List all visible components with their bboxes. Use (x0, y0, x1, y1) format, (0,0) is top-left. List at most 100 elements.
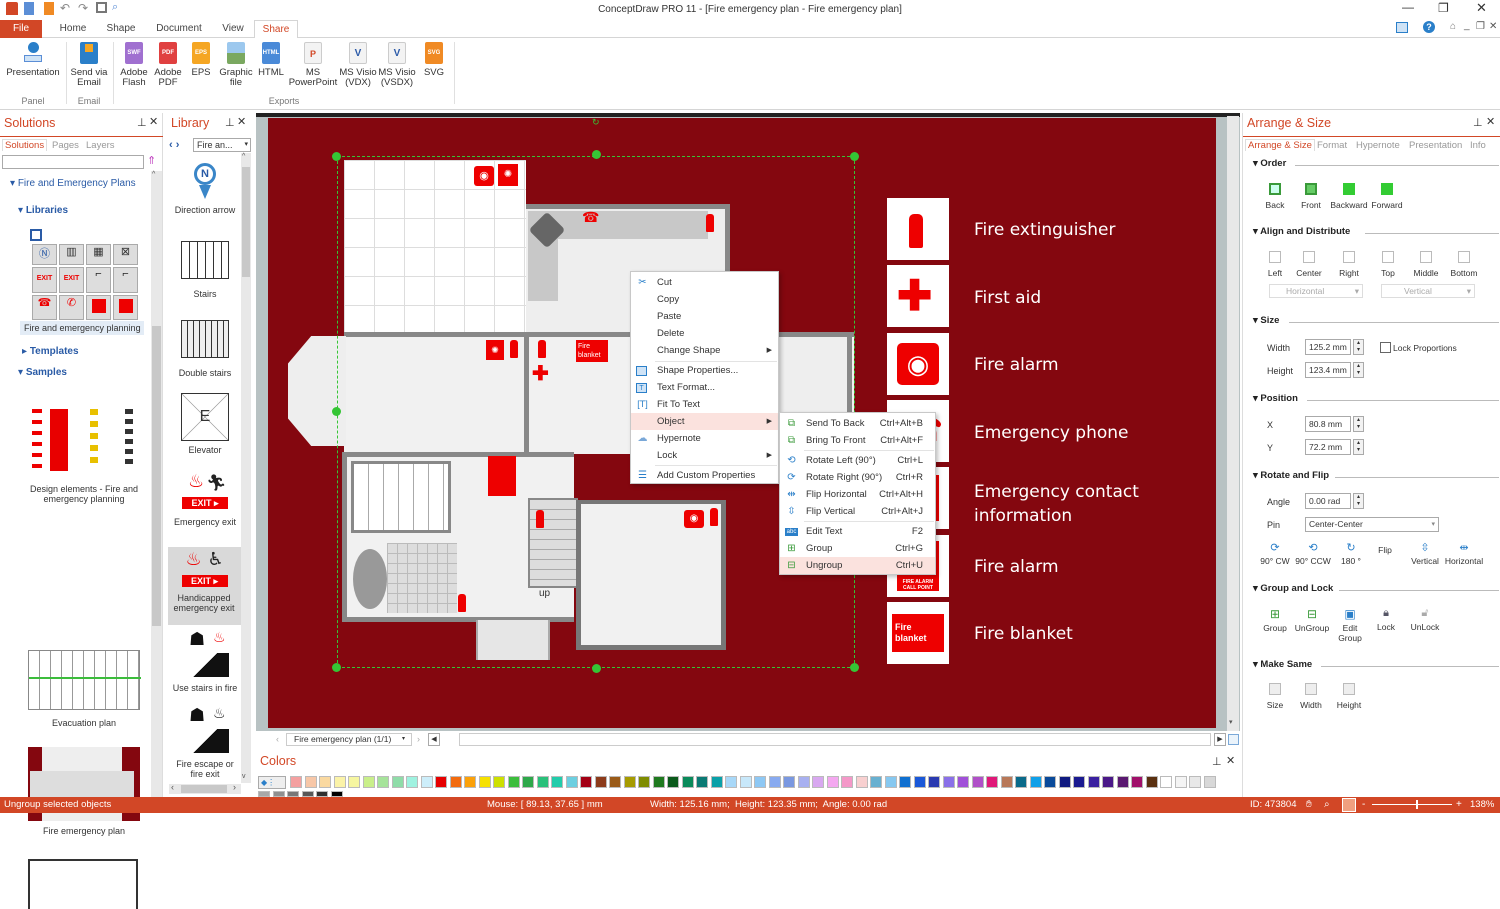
color-swatch[interactable] (754, 776, 766, 788)
color-swatch[interactable] (1102, 776, 1114, 788)
solutions-scrollbar[interactable]: ^ (151, 171, 162, 797)
restore-button[interactable]: ❐ (1438, 1, 1449, 15)
back-button[interactable]: Back (1263, 183, 1287, 213)
library-item-use-stairs[interactable]: ☗ ♨ Use stairs in fire (169, 629, 241, 693)
menu-item-lock[interactable]: Lock ▶ (631, 447, 778, 464)
lock-proportions-checkbox[interactable] (1380, 342, 1391, 353)
unlock-button[interactable]: 🔓︎ UnLock (1407, 607, 1443, 632)
zoom-in-icon[interactable]: + (1456, 797, 1462, 813)
color-swatch[interactable] (536, 776, 549, 788)
close-panel-icon[interactable]: ✕ (1486, 115, 1495, 128)
pin-icon[interactable]: ⊥ (225, 116, 235, 129)
y-spinner[interactable]: ▴ ▾ (1353, 439, 1364, 455)
resize-handle-sw[interactable] (332, 663, 341, 672)
color-swatch[interactable] (333, 776, 346, 788)
section-make-same[interactable]: ▾ Make Same (1253, 659, 1312, 670)
close-panel-icon[interactable]: ✕ (237, 115, 246, 128)
canvas-vscrollbar[interactable]: ▾ (1227, 116, 1239, 732)
close-button[interactable]: ✕ (1476, 0, 1487, 16)
color-swatch[interactable] (739, 776, 752, 788)
sample-thumb-evacuation[interactable] (28, 650, 141, 710)
pin-icon[interactable]: ⊥ (1212, 755, 1222, 768)
color-swatch[interactable] (1203, 776, 1216, 788)
color-swatch[interactable] (855, 776, 868, 788)
color-swatch[interactable] (580, 776, 592, 788)
menu-item-bring-to-front[interactable]: ⧉ Bring To Front Ctrl+Alt+F (780, 432, 935, 449)
send-email-button[interactable]: Send via Email (68, 42, 110, 88)
width-field[interactable]: 125.2 mm (1305, 339, 1351, 355)
front-button[interactable]: Front (1299, 183, 1323, 213)
minimize-button[interactable]: — (1402, 0, 1414, 14)
section-order[interactable]: ▾ Order (1253, 158, 1286, 169)
library-item-direction-arrow[interactable]: N Direction arrow (169, 159, 241, 223)
close-panel-icon[interactable]: ✕ (149, 115, 158, 128)
color-swatch[interactable] (826, 776, 839, 788)
library-item-elevator[interactable]: E Elevator (169, 393, 241, 457)
color-swatch[interactable] (493, 776, 505, 788)
menu-item-rotate-left[interactable]: ⟲ Rotate Left (90°) Ctrl+L (780, 452, 935, 469)
sample-thumb-floor-plan[interactable] (28, 859, 138, 909)
rotate-90ccw-button[interactable]: ⟲ 90° CCW (1291, 541, 1335, 566)
tree-libraries[interactable]: ▾ Libraries (18, 205, 68, 216)
section-group-lock[interactable]: ▾ Group and Lock (1253, 583, 1333, 594)
resize-handle-s[interactable] (592, 664, 601, 673)
library-scrollbar[interactable]: ^ v (241, 153, 251, 783)
menu-item-copy[interactable]: Copy (631, 291, 778, 308)
menu-item-group[interactable]: ⊞ Group Ctrl+G (780, 540, 935, 557)
scrollbar-thumb[interactable] (242, 167, 250, 277)
color-swatch[interactable] (362, 776, 375, 788)
backward-button[interactable]: Backward (1329, 183, 1369, 213)
library-nav-arrows-icon[interactable]: ‹ › (169, 139, 179, 151)
color-swatch[interactable] (1116, 776, 1129, 788)
angle-field[interactable]: 0.00 rad (1305, 493, 1351, 509)
sample-thumb-design-elements[interactable] (30, 407, 140, 477)
library-item-fire-emergency[interactable]: Fire and emergency planning (20, 321, 144, 335)
section-align[interactable]: ▾ Align and Distribute (1253, 226, 1350, 237)
color-swatch[interactable] (1015, 776, 1027, 788)
color-swatch[interactable] (971, 776, 984, 788)
prev-page-icon[interactable]: ‹ (276, 734, 279, 744)
tab-share[interactable]: Share (254, 20, 298, 39)
fit-to-window-icon[interactable] (1342, 798, 1356, 812)
color-swatch[interactable] (391, 776, 404, 788)
width-spinner[interactable]: ▴ ▾ (1353, 339, 1364, 355)
menu-item-add-custom-properties[interactable]: ☰ Add Custom Properties (631, 467, 778, 484)
color-swatch[interactable] (406, 776, 418, 788)
color-swatch[interactable] (783, 776, 795, 788)
align-left-button[interactable]: Left (1261, 251, 1289, 278)
scrollbar-thumb[interactable] (152, 326, 161, 626)
resize-handle-w[interactable] (332, 407, 341, 416)
align-top-button[interactable]: Top (1374, 251, 1402, 278)
close-panel-icon[interactable]: ✕ (1226, 754, 1235, 767)
visio-vdx-button[interactable]: V MS Visio (VDX) (338, 42, 378, 88)
scroll-left-button[interactable]: ◀ (428, 733, 440, 746)
x-spinner[interactable]: ▴ ▾ (1353, 416, 1364, 432)
color-swatch[interactable] (319, 776, 331, 788)
color-swatch[interactable] (1073, 776, 1085, 788)
solutions-search-input[interactable] (2, 155, 144, 169)
menu-item-send-to-back[interactable]: ⧉ Send To Back Ctrl+Alt+B (780, 415, 935, 432)
color-swatch[interactable] (797, 776, 810, 788)
color-swatch[interactable] (435, 776, 447, 788)
tab-document[interactable]: Document (150, 20, 208, 38)
zoom-area-icon[interactable]: ⌕ (1324, 797, 1330, 813)
section-size[interactable]: ▾ Size (1253, 315, 1279, 326)
help-icon[interactable]: ? (1423, 21, 1435, 33)
forward-button[interactable]: Forward (1367, 183, 1407, 213)
tab-presentation[interactable]: Presentation (1409, 140, 1462, 151)
menu-item-delete[interactable]: Delete (631, 325, 778, 342)
menu-item-flip-vertical[interactable]: ⇳ Flip Vertical Ctrl+Alt+J (780, 503, 935, 520)
pin-select[interactable]: Center-Center ▾ (1305, 517, 1439, 532)
color-swatch[interactable] (725, 776, 737, 788)
library-selector[interactable]: Fire an... ▾ (193, 138, 251, 152)
page-selector[interactable]: Fire emergency plan (1/1) ▾ (286, 733, 412, 746)
color-swatch[interactable] (623, 776, 636, 788)
color-swatch[interactable] (928, 776, 940, 788)
color-swatch[interactable] (1174, 776, 1187, 788)
color-swatch[interactable] (507, 776, 520, 788)
adobe-flash-button[interactable]: SWF Adobe Flash (116, 42, 152, 88)
tab-view[interactable]: View (215, 20, 251, 38)
menu-item-edit-text[interactable]: abc Edit Text F2 (780, 523, 935, 540)
tab-hypernote[interactable]: Hypernote (1356, 140, 1400, 151)
color-swatch[interactable] (1189, 776, 1201, 788)
